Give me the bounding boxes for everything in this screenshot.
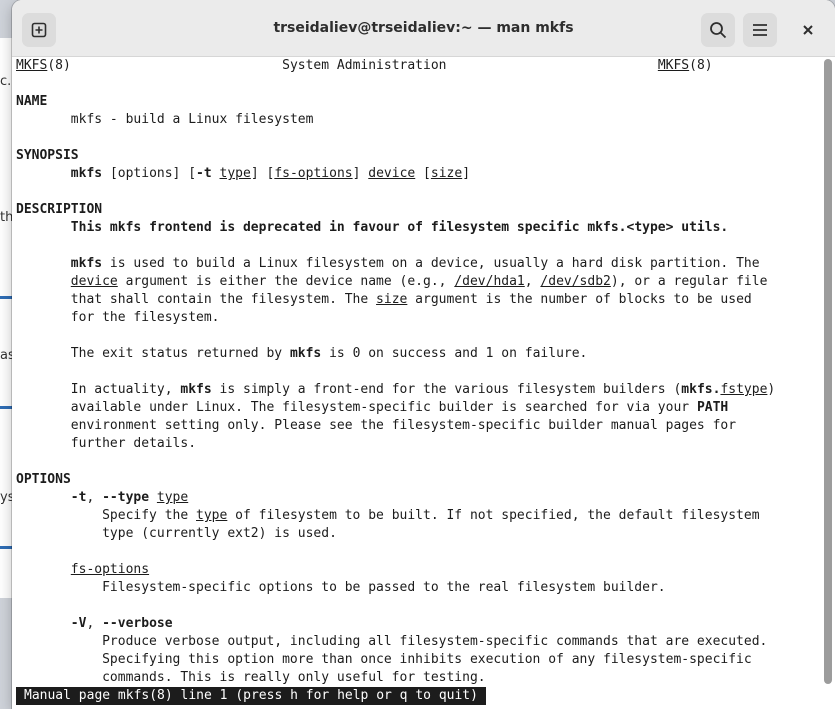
name-text: mkfs - build a Linux filesystem (70, 112, 314, 127)
option-description-line: Filesystem-specific options to be passed… (102, 580, 666, 595)
scrollbar[interactable] (824, 59, 832, 684)
man-page-content: MKFS(8) System Administration MKFS(8) NAM… (16, 57, 775, 687)
option-description-line: Produce verbose output, including all fi… (102, 634, 768, 649)
new-tab-button[interactable] (22, 13, 56, 47)
description-paragraph-line: mkfs is used to build a Linux filesystem… (70, 256, 760, 271)
option-fs-options: fs-options (70, 562, 150, 577)
description-paragraph-line: further details. (70, 436, 197, 451)
pager-status-line: Manual page mkfs(8) line 1 (press h for … (16, 687, 486, 705)
menu-button[interactable] (743, 13, 777, 47)
terminal-window: trseidaliev@trseidaliev:~ — man mkfs MKF… (12, 0, 835, 709)
description-paragraph-line: In actuality, mkfs is simply a front-end… (70, 382, 776, 397)
description-paragraph-line: environment setting only. Please see the… (70, 418, 737, 433)
option-description-line: commands. This is really only useful for… (102, 670, 486, 685)
hamburger-menu-icon (753, 24, 767, 36)
new-tab-icon (31, 22, 47, 38)
option-verbose-flag: -V, --verbose (70, 616, 173, 631)
description-paragraph-line: available under Linux. The filesystem-sp… (70, 400, 729, 415)
deprecation-notice: This mkfs frontend is deprecated in favo… (70, 220, 729, 235)
man-header: MKFS(8) System Administration MKFS(8) (16, 58, 713, 73)
synopsis-line: mkfs [options] [-t type] [fs-options] de… (70, 166, 471, 181)
terminal-area[interactable]: MKFS(8) System Administration MKFS(8) NAM… (12, 57, 835, 709)
description-paragraph-line: that shall contain the filesystem. The s… (70, 292, 752, 307)
option-description-line: Specify the type of filesystem to be bui… (102, 508, 760, 523)
window-title: trseidaliev@trseidaliev:~ — man mkfs (273, 20, 574, 36)
header-right: MKFS (657, 58, 690, 73)
option-description-line: type (currently ext2) is used. (102, 526, 337, 541)
section-heading-description: DESCRIPTION (16, 202, 103, 217)
title-bar: trseidaliev@trseidaliev:~ — man mkfs (12, 0, 835, 57)
close-icon (803, 25, 813, 35)
description-paragraph-line: for the filesystem. (70, 310, 220, 325)
section-heading-options: OPTIONS (16, 472, 71, 487)
background-text-fragment: c. (0, 74, 12, 89)
description-paragraph-line: device argument is either the device nam… (70, 274, 768, 289)
exit-status-line: The exit status returned by mkfs is 0 on… (70, 346, 588, 361)
header-center: System Administration (282, 58, 447, 73)
header-left: MKFS (16, 58, 48, 73)
search-button[interactable] (701, 13, 735, 47)
section-heading-synopsis: SYNOPSIS (16, 148, 79, 163)
section-heading-name: NAME (16, 94, 48, 109)
close-button[interactable] (791, 13, 825, 47)
option-type-flag: -t, --type type (70, 490, 189, 505)
option-description-line: Specifying this option more than once in… (102, 652, 752, 667)
search-icon (710, 22, 727, 39)
